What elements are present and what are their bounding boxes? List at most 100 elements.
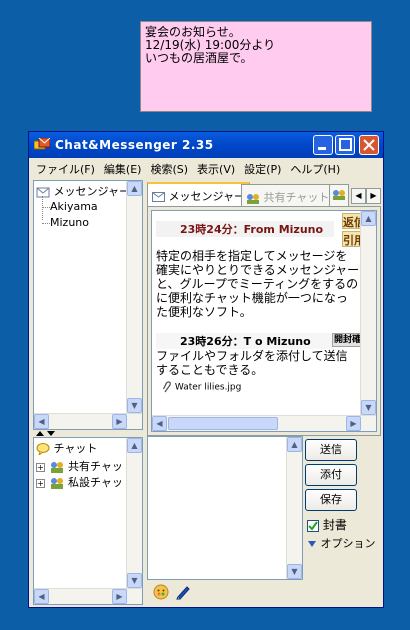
maximize-button[interactable] [335, 135, 355, 155]
tree-user-mizuno[interactable]: Mizuno [42, 216, 89, 232]
message-line: と、グループでミーティングをするの [156, 277, 359, 291]
envelope-icon [36, 187, 50, 197]
tree-root-chat[interactable]: チャット [36, 440, 98, 457]
message-body: ファイルやフォルダを添付して送信 することもできる。 [156, 349, 362, 377]
seal-checkbox[interactable]: 封書 [307, 516, 347, 533]
envelope-icon [152, 192, 165, 202]
tree-chat-shared[interactable]: + 共有チャッ [36, 458, 123, 474]
minimize-button[interactable] [313, 135, 333, 155]
message-tab-pane: 23時24分：From Mizuno 返信 引用 特定の相手を指定してメッセージ… [147, 206, 381, 436]
chat-tree-panel[interactable]: チャット + 共有チャッ + 私設チャッ ▲ ▼ ◀ ▶ [33, 437, 143, 605]
chat-hscroll[interactable]: ◀ ▶ [34, 588, 142, 604]
title-bar[interactable]: Chat&Messenger 2.35 [29, 132, 383, 158]
message-line: することもできる。 [156, 363, 264, 377]
menu-file[interactable]: ファイル(F) [33, 158, 101, 178]
scroll-up-button[interactable]: ▲ [127, 438, 142, 453]
tree-user-akiyama[interactable]: Akiyama [42, 200, 98, 216]
menu-view[interactable]: 表示(V) [194, 158, 241, 178]
users-hscroll[interactable]: ◀ ▶ [34, 413, 142, 429]
sticky-note[interactable]: 宴会のお知らせ。 12/19(水) 19:00分より いつもの居酒屋で。 [140, 21, 372, 112]
minimize-icon [318, 147, 326, 150]
tree-root-label: メッセンジャー [53, 185, 130, 198]
attach-button[interactable]: 添付 [305, 464, 357, 486]
tab-label: メッセンジャー [168, 190, 245, 203]
scroll-left-button[interactable]: ◀ [34, 589, 49, 604]
pen-icon[interactable] [175, 584, 191, 600]
scroll-right-button[interactable]: ▶ [112, 589, 127, 604]
group-icon [50, 462, 63, 473]
compose-vscroll[interactable]: ▲ ▼ [286, 437, 302, 579]
seal-label: 封書 [322, 518, 347, 532]
menu-help[interactable]: ヘルプ(H) [287, 158, 346, 178]
paperclip-icon [162, 381, 171, 393]
group-icon [50, 478, 63, 489]
message-hscroll[interactable]: ◀ ▶ [152, 415, 376, 431]
triangle-down-icon [308, 541, 316, 547]
message-line: 特定の相手を指定してメッセージを [156, 249, 348, 263]
menu-settings[interactable]: 設定(P) [241, 158, 287, 178]
scroll-down-button[interactable]: ▼ [127, 573, 142, 588]
close-button[interactable] [359, 135, 379, 155]
message-line: 確実にやりとりできるメッセンジャー [156, 263, 360, 277]
options-label: オプション [320, 537, 376, 550]
message-line: に便利なチャット機能が一つになっ [156, 291, 348, 305]
app-icon [34, 138, 50, 150]
tab-strip: メッセンジャー 共有チャット ◀ ▶ [147, 182, 381, 208]
message-header: 23時24分：From Mizuno [156, 221, 334, 237]
scroll-down-button[interactable]: ▼ [287, 564, 302, 579]
attachment-name: Water lilies.jpg [174, 382, 242, 393]
tab-messenger[interactable]: メッセンジャー [147, 182, 250, 206]
chat-vscroll[interactable]: ▲ ▼ [126, 438, 142, 588]
message-header: 23時26分：T o Mizuno [156, 333, 334, 349]
user-label: Mizuno [50, 216, 89, 229]
scroll-up-button[interactable]: ▲ [287, 437, 302, 452]
chat-item-label: 私設チャッ [68, 476, 123, 489]
tab-shared-chat[interactable]: 共有チャット [241, 184, 335, 206]
tab-scroll: ◀ ▶ [351, 188, 381, 204]
emoticon-icon[interactable] [153, 584, 169, 600]
scroll-up-button[interactable]: ▲ [127, 181, 142, 196]
scroll-down-button[interactable]: ▼ [361, 400, 376, 415]
close-icon [363, 139, 375, 151]
menu-search[interactable]: 検索(S) [147, 158, 194, 178]
users-tree-panel[interactable]: メッセンジャー Akiyama Mizuno ▲ ▼ ◀ ▶ [33, 180, 143, 430]
message-body: 特定の相手を指定してメッセージを 確実にやりとりできるメッセンジャー と、グルー… [156, 249, 362, 319]
attachment-link[interactable]: Water lilies.jpg [162, 381, 241, 393]
expand-icon[interactable]: + [36, 462, 45, 472]
compose-input[interactable]: ▲ ▼ [147, 436, 303, 580]
chat-root-label: チャット [53, 442, 98, 455]
checkbox-box[interactable] [307, 519, 319, 532]
message-line: ファイルやフォルダを添付して送信 [156, 349, 348, 363]
main-window: Chat&Messenger 2.35 ファイル(F) 編集(E) 検索(S) … [28, 131, 384, 608]
scroll-right-button[interactable]: ▶ [112, 414, 127, 429]
scroll-right-button[interactable]: ▶ [346, 416, 361, 431]
save-button[interactable]: 保存 [305, 489, 357, 511]
options-toggle[interactable]: オプション [307, 535, 376, 551]
menu-edit[interactable]: 編集(E) [101, 158, 148, 178]
users-vscroll[interactable]: ▲ ▼ [126, 181, 142, 413]
scroll-left-button[interactable]: ◀ [34, 414, 49, 429]
message-header-text: 23時26分：T o Mizuno [180, 335, 311, 348]
scroll-thumb[interactable] [168, 417, 278, 430]
chat-bubble-icon [36, 443, 50, 457]
tab-label: 共有チャット [263, 191, 330, 204]
message-view[interactable]: 23時24分：From Mizuno 返信 引用 特定の相手を指定してメッセージ… [151, 210, 377, 432]
tree-chat-private[interactable]: + 私設チャッ [36, 474, 123, 490]
checkmark-icon [308, 520, 318, 531]
group-icon [247, 193, 259, 204]
scroll-up-button[interactable]: ▲ [361, 211, 376, 226]
message-header-text: 23時24分：From Mizuno [180, 223, 324, 236]
compose-toolbar [149, 580, 381, 604]
tab-more[interactable] [329, 184, 349, 206]
scroll-down-button[interactable]: ▼ [127, 398, 142, 413]
scroll-left-button[interactable]: ◀ [152, 416, 167, 431]
note-line-3: いつもの居酒屋で。 [145, 51, 253, 65]
send-button[interactable]: 送信 [305, 439, 357, 461]
tab-right-arrow-icon[interactable]: ▶ [366, 188, 381, 204]
message-line: た便利なソフト。 [156, 305, 252, 319]
expand-icon[interactable]: + [36, 478, 45, 488]
tab-left-arrow-icon[interactable]: ◀ [351, 188, 366, 204]
user-label: Akiyama [50, 200, 98, 213]
tree-root-messenger[interactable]: メッセンジャー [36, 183, 130, 199]
message-vscroll[interactable]: ▲ ▼ [360, 211, 376, 415]
